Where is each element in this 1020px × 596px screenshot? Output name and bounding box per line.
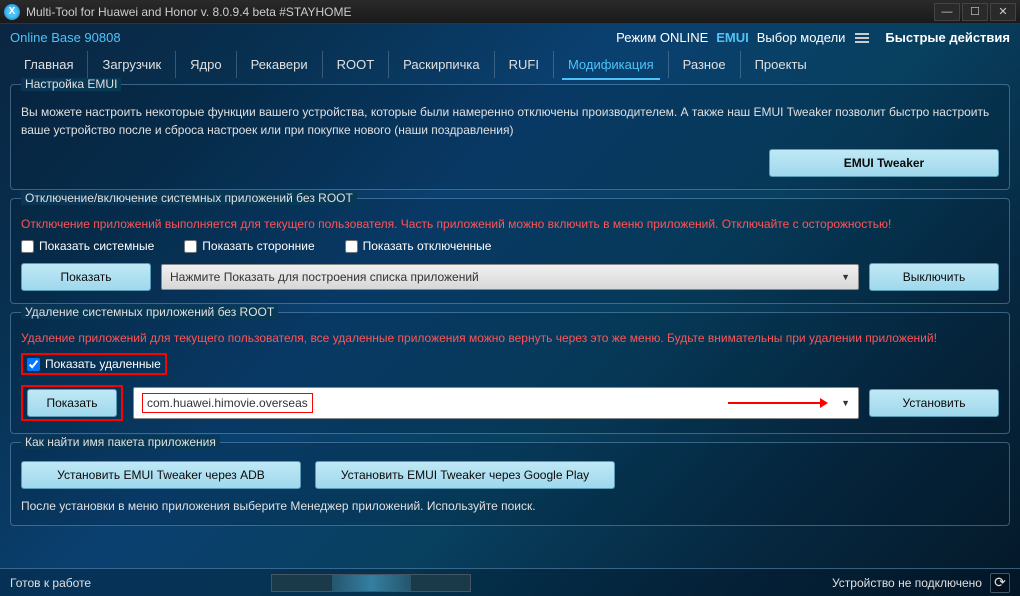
delete-show-button[interactable]: Показать bbox=[27, 389, 117, 417]
chk-show-thirdparty-input[interactable] bbox=[184, 240, 197, 253]
menu-icon[interactable] bbox=[853, 31, 871, 45]
delete-app-combo[interactable]: com.huawei.himovie.overseas ▼ bbox=[133, 387, 859, 419]
group-emui-title: Настройка EMUI bbox=[21, 78, 121, 91]
chk-show-disabled[interactable]: Показать отключенные bbox=[345, 239, 492, 253]
disable-app-combo-text: Нажмите Показать для построения списка п… bbox=[170, 270, 479, 284]
status-progress bbox=[271, 574, 471, 592]
disable-app-combo[interactable]: Нажмите Показать для построения списка п… bbox=[161, 264, 859, 290]
window-title: Multi-Tool for Huawei and Honor v. 8.0.9… bbox=[26, 5, 934, 19]
tab-recovery[interactable]: Рекавери bbox=[236, 51, 322, 78]
chevron-down-icon: ▼ bbox=[841, 398, 850, 408]
emui-tweaker-button[interactable]: EMUI Tweaker bbox=[769, 149, 999, 177]
highlight-show-button: Показать bbox=[21, 385, 123, 421]
group-disable-title: Отключение/включение системных приложени… bbox=[21, 191, 357, 205]
app-icon: X bbox=[4, 4, 20, 20]
highlight-combo-value: com.huawei.himovie.overseas bbox=[142, 393, 313, 413]
delete-app-combo-text: com.huawei.himovie.overseas bbox=[147, 396, 308, 410]
tab-projects[interactable]: Проекты bbox=[740, 51, 821, 78]
red-arrow-icon bbox=[728, 397, 828, 409]
tab-main[interactable]: Главная bbox=[10, 51, 87, 78]
group-delete-apps: Удаление системных приложений без ROOT У… bbox=[10, 312, 1010, 434]
group-disable-apps: Отключение/включение системных приложени… bbox=[10, 198, 1010, 304]
tab-modification[interactable]: Модификация bbox=[553, 51, 668, 78]
install-tweaker-adb-button[interactable]: Установить EMUI Tweaker через ADB bbox=[21, 461, 301, 489]
model-select-label[interactable]: Выбор модели bbox=[757, 30, 846, 45]
highlight-show-deleted: Показать удаленные bbox=[21, 353, 167, 375]
maximize-button[interactable]: ☐ bbox=[962, 3, 988, 21]
quick-actions-button[interactable]: Быстрые действия bbox=[885, 30, 1010, 45]
chk-show-deleted-input[interactable] bbox=[27, 358, 40, 371]
header-right: Режим ONLINE EMUI Выбор модели Быстрые д… bbox=[616, 30, 1010, 45]
close-button[interactable]: ✕ bbox=[990, 3, 1016, 21]
titlebar: X Multi-Tool for Huawei and Honor v. 8.0… bbox=[0, 0, 1020, 24]
group-pkgname: Как найти имя пакета приложения Установи… bbox=[10, 442, 1010, 526]
minimize-button[interactable]: — bbox=[934, 3, 960, 21]
group-delete-title: Удаление системных приложений без ROOT bbox=[21, 305, 278, 319]
group-disable-warning: Отключение приложений выполняется для те… bbox=[21, 217, 999, 231]
group-pkgname-title: Как найти имя пакета приложения bbox=[21, 435, 220, 449]
chk-show-system-input[interactable] bbox=[21, 240, 34, 253]
group-emui-desc: Вы можете настроить некоторые функции ва… bbox=[21, 103, 999, 139]
chk-show-deleted[interactable]: Показать удаленные bbox=[27, 357, 161, 371]
tab-rufi[interactable]: RUFI bbox=[494, 51, 553, 78]
statusbar: Готов к работе Устройство не подключено … bbox=[0, 568, 1020, 596]
refresh-icon[interactable]: ⟳ bbox=[990, 573, 1010, 593]
disable-off-button[interactable]: Выключить bbox=[869, 263, 999, 291]
online-base-label: Online Base 90808 bbox=[10, 30, 121, 45]
group-pkgname-info: После установки в меню приложения выбери… bbox=[21, 499, 999, 513]
tabs: Главная Загрузчик Ядро Рекавери ROOT Рас… bbox=[0, 47, 1020, 78]
install-tweaker-gplay-button[interactable]: Установить EMUI Tweaker через Google Pla… bbox=[315, 461, 615, 489]
header-row: Online Base 90808 Режим ONLINE EMUI Выбо… bbox=[0, 24, 1020, 47]
emui-label[interactable]: EMUI bbox=[716, 30, 749, 45]
tab-misc[interactable]: Разное bbox=[668, 51, 740, 78]
chevron-down-icon: ▼ bbox=[841, 272, 850, 282]
status-progress-inner bbox=[332, 575, 411, 591]
group-emui-settings: Настройка EMUI Вы можете настроить некот… bbox=[10, 84, 1010, 190]
status-right: Устройство не подключено ⟳ bbox=[832, 573, 1010, 593]
window-controls: — ☐ ✕ bbox=[934, 3, 1016, 21]
app-window: X Multi-Tool for Huawei and Honor v. 8.0… bbox=[0, 0, 1020, 596]
chk-show-system[interactable]: Показать системные bbox=[21, 239, 154, 253]
group-delete-warning: Удаление приложений для текущего пользов… bbox=[21, 331, 999, 345]
install-button[interactable]: Установить bbox=[869, 389, 999, 417]
delete-checkbox-row: Показать удаленные bbox=[21, 353, 999, 375]
tab-bootloader[interactable]: Загрузчик bbox=[87, 51, 175, 78]
status-left: Готов к работе bbox=[10, 576, 91, 590]
chk-show-thirdparty[interactable]: Показать сторонние bbox=[184, 239, 314, 253]
tab-unbrick[interactable]: Раскирпичка bbox=[388, 51, 493, 78]
disable-show-button[interactable]: Показать bbox=[21, 263, 151, 291]
mode-label: Режим ONLINE bbox=[616, 30, 708, 45]
disable-checkbox-row: Показать системные Показать сторонние По… bbox=[21, 239, 999, 253]
tab-root[interactable]: ROOT bbox=[322, 51, 389, 78]
tab-kernel[interactable]: Ядро bbox=[175, 51, 235, 78]
chk-show-disabled-input[interactable] bbox=[345, 240, 358, 253]
content-area: Настройка EMUI Вы можете настроить некот… bbox=[0, 78, 1020, 568]
status-device: Устройство не подключено bbox=[832, 576, 982, 590]
